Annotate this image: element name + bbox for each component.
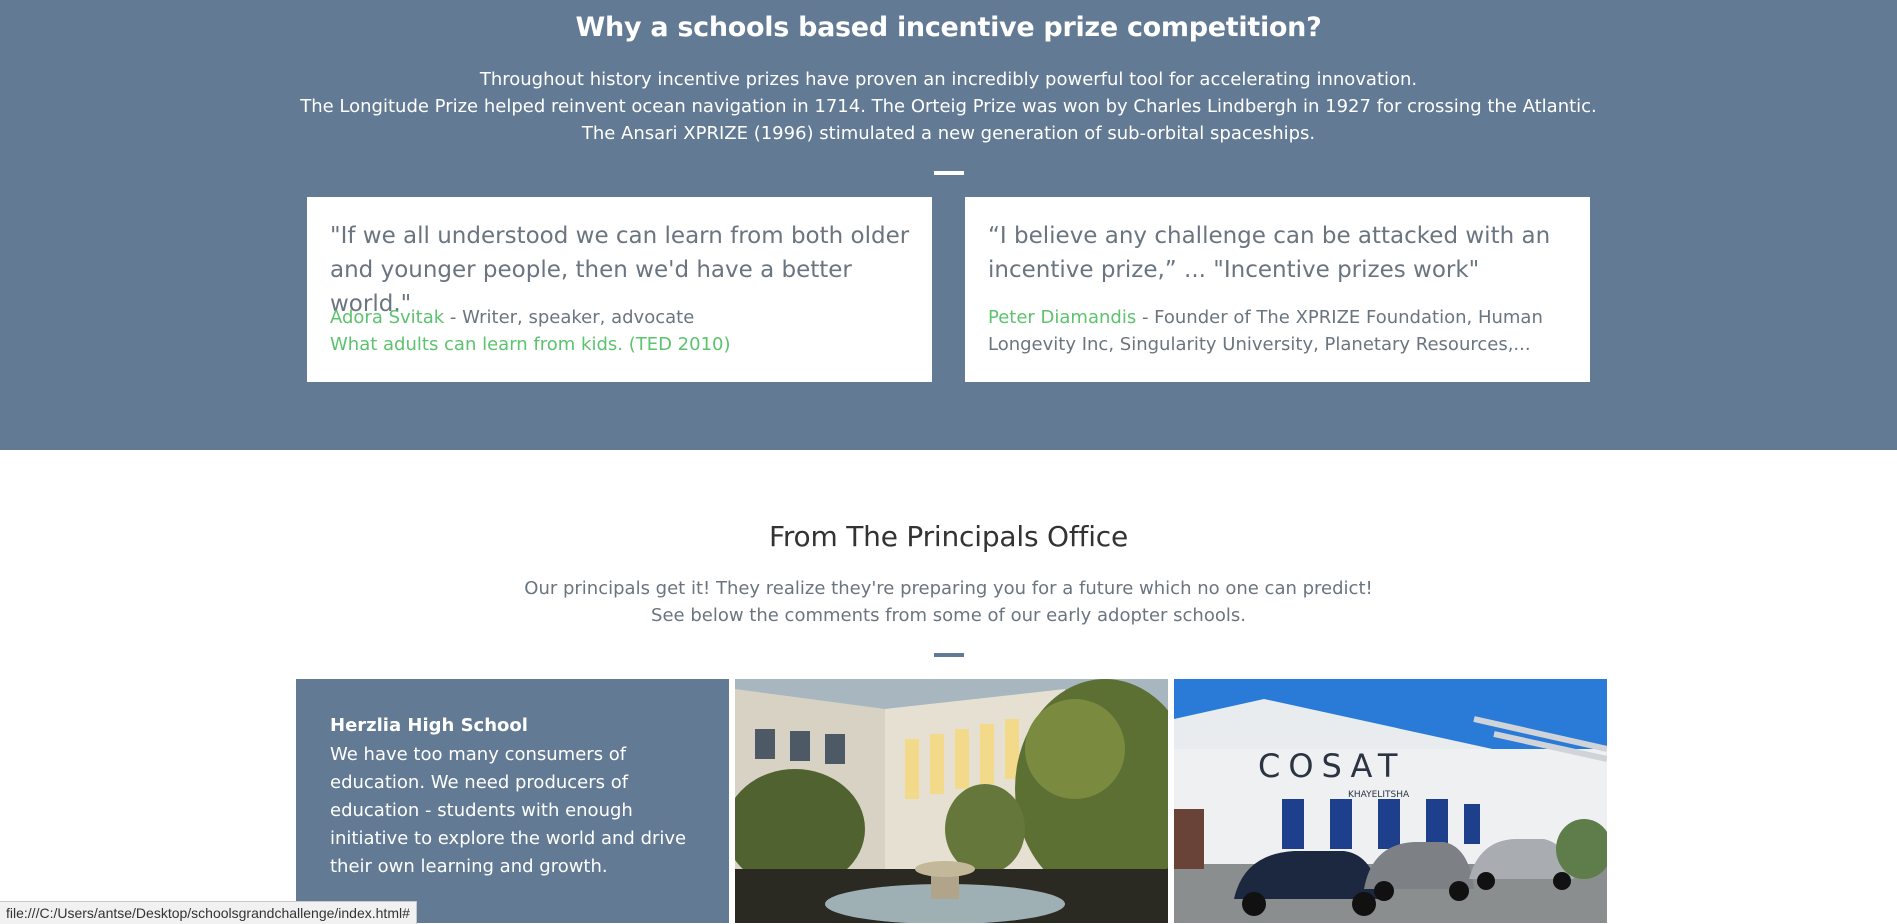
why-section: Why a schools based incentive prize comp…	[0, 0, 1897, 450]
why-title: Why a schools based incentive prize comp…	[575, 12, 1322, 43]
quote-card-diamandis: “I believe any challenge can be attacked…	[965, 197, 1590, 382]
quote-text: “I believe any challenge can be attacked…	[988, 223, 1551, 283]
intro-line-1: Throughout history incentive prizes have…	[479, 69, 1418, 90]
subtitle-line-2: See below the comments from some of our …	[651, 605, 1246, 626]
cosat-sign: COSAT	[1258, 747, 1405, 785]
why-intro: Throughout history incentive prizes have…	[295, 66, 1602, 147]
school-courtyard-image	[735, 679, 1168, 923]
browser-status-bar: file:///C:/Users/antse/Desktop/schoolsgr…	[0, 901, 417, 924]
school-building-image: COSAT KHAYELITSHA	[1174, 679, 1607, 923]
principals-subtitle: Our principals get it! They realize they…	[0, 575, 1897, 629]
author-link-svitak[interactable]: Adora Svitak	[330, 307, 444, 328]
author-role: - Writer, speaker, advocate	[444, 307, 695, 328]
quote-attribution: Adora Svitak - Writer, speaker, advocate…	[330, 304, 912, 358]
school-quote-tile: Herzlia High School We have too many con…	[296, 679, 729, 923]
quote-attribution: Peter Diamandis - Founder of The XPRIZE …	[988, 304, 1570, 358]
principals-title: From The Principals Office	[768, 520, 1128, 553]
quote-card-svitak: "If we all understood we can learn from …	[307, 197, 932, 382]
author-link-diamandis[interactable]: Peter Diamandis	[988, 307, 1136, 328]
school-name: Herzlia High School	[330, 715, 528, 736]
intro-line-2: The Longitude Prize helped reinvent ocea…	[300, 96, 1597, 144]
section-divider	[934, 171, 964, 175]
cosat-sign-sub: KHAYELITSHA	[1348, 790, 1410, 800]
school-quote: We have too many consumers of education.…	[330, 744, 687, 877]
ted-talk-link[interactable]: What adults can learn from kids. (TED 20…	[330, 334, 731, 355]
subtitle-line-1: Our principals get it! They realize they…	[524, 578, 1373, 599]
section-divider	[934, 653, 964, 657]
